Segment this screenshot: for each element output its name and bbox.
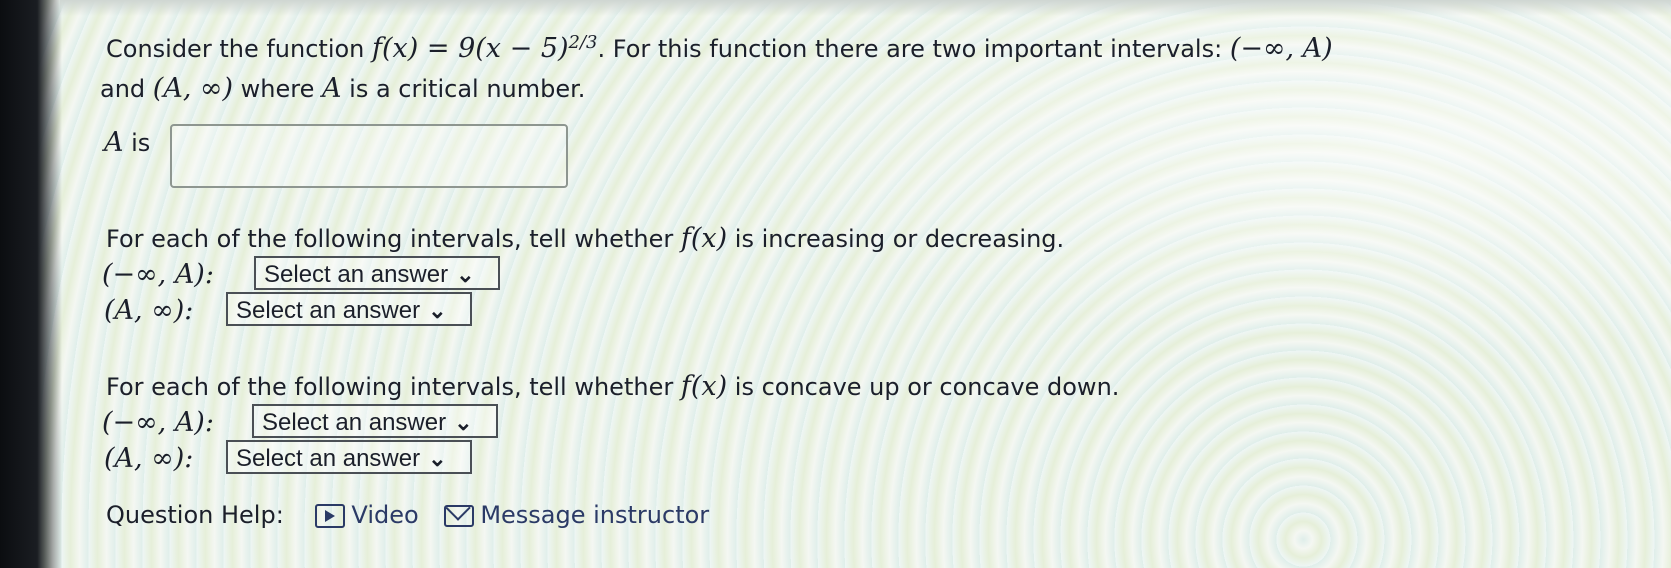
screen-edge-shadow — [0, 0, 62, 568]
increasing-prompt: For each of the following intervals, tel… — [106, 224, 1064, 254]
play-icon[interactable] — [315, 504, 346, 528]
chevron-down-icon: ⌄ — [428, 298, 447, 323]
increasing-row1-label: (−∞, A): — [102, 259, 214, 290]
question-help-label: Question Help: — [106, 501, 284, 529]
increasing-prompt-fx: f(x) — [680, 223, 728, 254]
question-line-2: and (A, ∞) where A is a critical number. — [100, 74, 585, 104]
increasing-prompt-prefix: For each of the following intervals, tel… — [106, 225, 674, 253]
where-word: where — [240, 75, 315, 103]
question-prefix: Consider the function — [106, 35, 365, 63]
chevron-down-icon: ⌄ — [454, 410, 473, 435]
concavity-row2-select[interactable]: Select an answer ⌄ — [226, 440, 472, 474]
concavity-prompt-prefix: For each of the following intervals, tel… — [106, 373, 674, 401]
concavity-row1-label: (−∞, A): — [102, 407, 214, 438]
increasing-row2-label: (A, ∞): — [104, 295, 194, 326]
interval-left: (−∞, A) — [1229, 33, 1333, 64]
concavity-prompt-suffix: is concave up or concave down. — [734, 373, 1120, 401]
concavity-prompt-fx: f(x) — [680, 371, 728, 402]
a-var: A — [104, 127, 124, 158]
mail-icon[interactable] — [444, 505, 475, 527]
video-link[interactable]: Video — [351, 501, 418, 529]
chevron-down-icon: ⌄ — [456, 262, 475, 287]
chevron-down-icon: ⌄ — [428, 446, 447, 471]
screen-top-edge — [60, 0, 1671, 16]
question-help: Question Help: Video Message instructor — [106, 500, 709, 530]
critical-number-input[interactable] — [170, 124, 568, 188]
critical-tail: is a critical number. — [349, 75, 586, 103]
increasing-row2-select-label: Select an answer — [236, 297, 421, 324]
concavity-row1-select-label: Select an answer — [262, 409, 447, 436]
increasing-row2-select[interactable]: Select an answer ⌄ — [226, 292, 472, 326]
concavity-row2-select-label: Select an answer — [236, 445, 421, 472]
a-label: A is — [104, 128, 150, 158]
concavity-prompt: For each of the following intervals, tel… — [106, 372, 1119, 402]
concavity-row2-label: (A, ∞): — [104, 443, 194, 474]
critical-var: A — [322, 73, 342, 104]
question-line-1: Consider the function f(x) = 9(x − 5)2/3… — [106, 28, 1333, 64]
and-word: and — [100, 75, 146, 103]
interval-right: (A, ∞) — [152, 73, 234, 104]
message-instructor-link[interactable]: Message instructor — [480, 501, 709, 529]
function-exponent: 2/3 — [568, 32, 598, 53]
a-is-text: is — [131, 129, 151, 157]
increasing-row1-select-label: Select an answer — [264, 261, 449, 288]
increasing-prompt-suffix: is increasing or decreasing. — [734, 225, 1065, 253]
increasing-row1-select[interactable]: Select an answer ⌄ — [254, 256, 500, 290]
concavity-row1-select[interactable]: Select an answer ⌄ — [252, 404, 498, 438]
question-middle: . For this function there are two import… — [597, 35, 1223, 63]
function-expression: f(x) = 9(x − 5) — [372, 33, 569, 64]
